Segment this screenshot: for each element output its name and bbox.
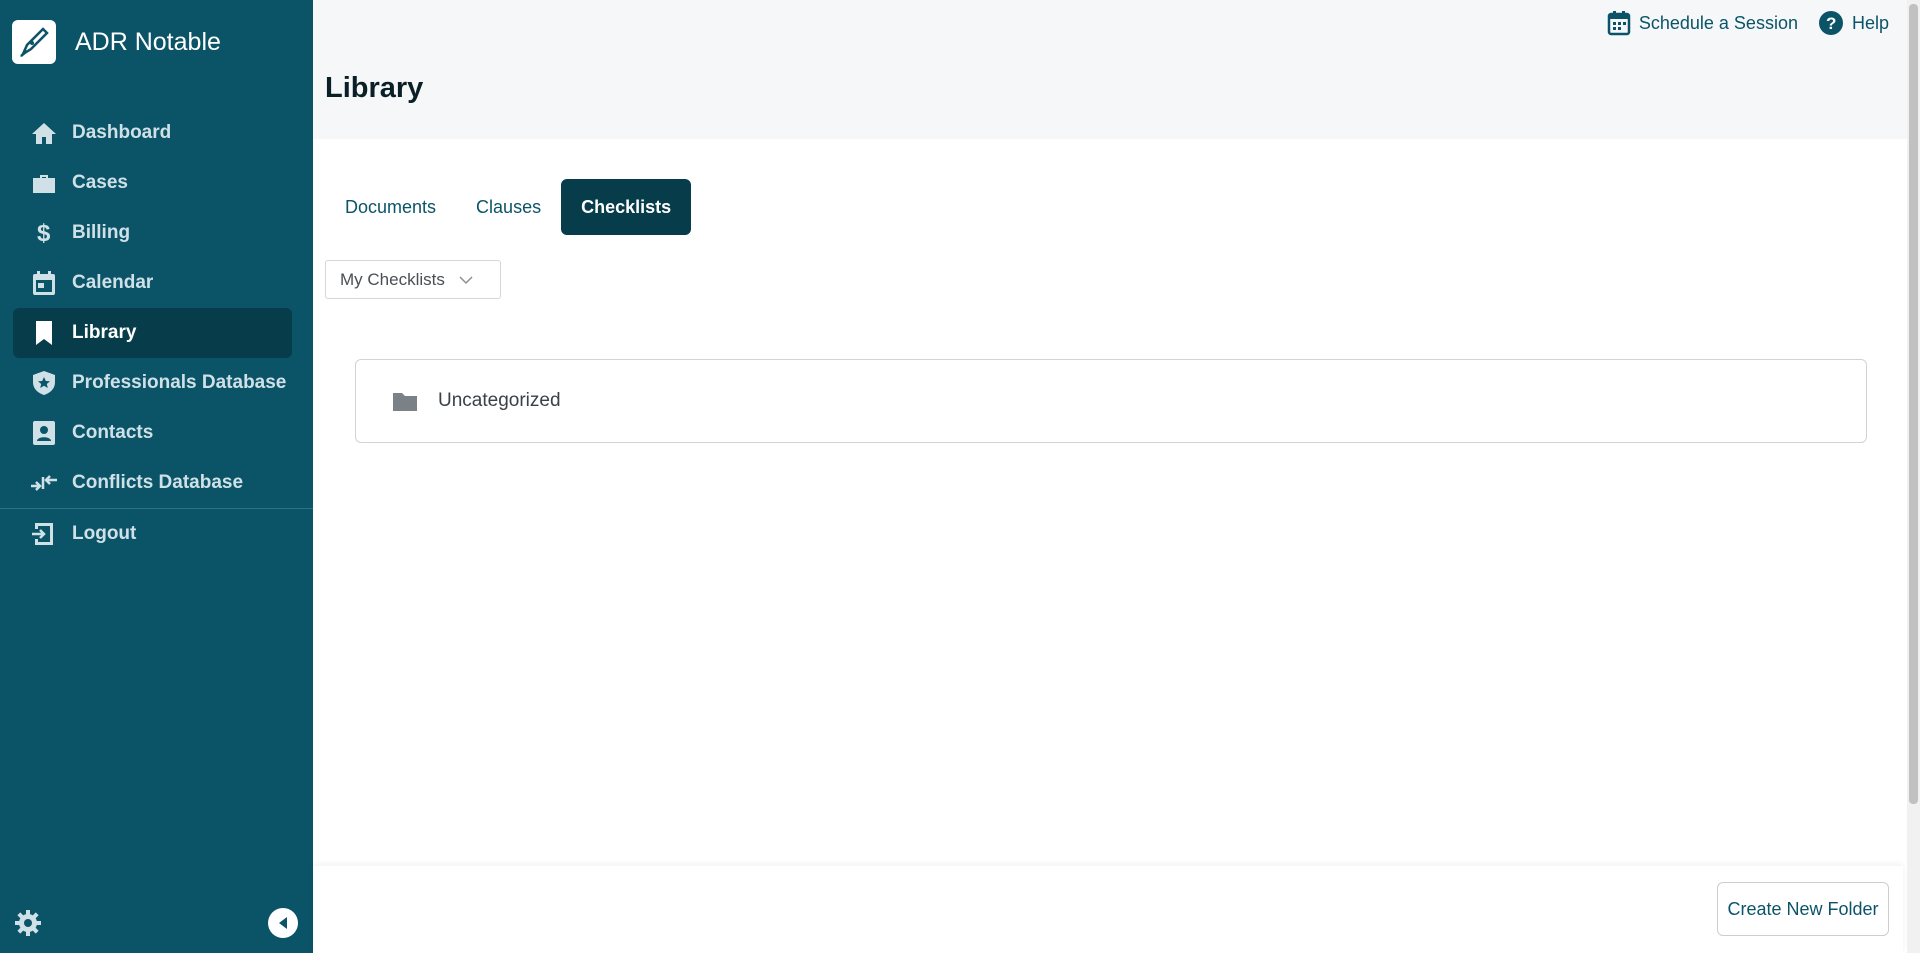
dollar-icon: $ xyxy=(30,219,58,247)
folder-item[interactable]: Uncategorized xyxy=(355,359,1867,443)
sidebar-item-label: Cases xyxy=(72,172,128,193)
sidebar-item-dashboard[interactable]: Dashboard xyxy=(13,108,292,158)
help-icon: ? xyxy=(1818,10,1844,36)
folder-icon xyxy=(392,390,418,412)
contact-card-icon xyxy=(30,419,58,447)
shield-star-icon xyxy=(30,369,58,397)
folder-name: Uncategorized xyxy=(438,390,561,411)
brand[interactable]: ADR Notable xyxy=(12,18,221,66)
scrollbar[interactable] xyxy=(1907,0,1920,953)
bookmark-icon xyxy=(30,319,58,347)
sidebar-item-logout[interactable]: Logout xyxy=(13,509,292,559)
sidebar-item-label: Billing xyxy=(72,222,131,243)
sidebar-item-label: Library xyxy=(72,322,137,343)
sidebar-item-label: Dashboard xyxy=(72,122,172,143)
library-tabs: Documents Clauses Checklists xyxy=(325,179,692,235)
help-label: Help xyxy=(1851,12,1889,33)
briefcase-icon xyxy=(30,169,58,197)
tab-clauses[interactable]: Clauses xyxy=(456,179,561,235)
sidebar-item-label: Contacts xyxy=(72,422,154,443)
sidebar-item-calendar[interactable]: Calendar xyxy=(13,258,292,308)
top-links: Schedule a Session ? Help xyxy=(1607,10,1889,36)
help-link[interactable]: ? Help xyxy=(1818,10,1889,36)
schedule-session-label: Schedule a Session xyxy=(1638,12,1798,33)
schedule-session-link[interactable]: Schedule a Session xyxy=(1607,10,1798,36)
checklist-filter-select[interactable]: My Checklists xyxy=(325,260,501,299)
sidebar: ADR Notable Dashboard Cases $ Billing Ca… xyxy=(0,0,313,953)
sidebar-item-label: Conflicts Database xyxy=(72,472,244,493)
sidebar-item-professionals-database[interactable]: Professionals Database xyxy=(13,358,292,408)
page-header: Library Schedule a Session ? Help xyxy=(313,0,1907,139)
calendar-icon xyxy=(1607,10,1631,36)
page-title: Library xyxy=(325,72,424,104)
sidebar-item-conflicts-database[interactable]: Conflicts Database xyxy=(13,458,292,508)
svg-text:?: ? xyxy=(1826,14,1836,33)
sidebar-item-billing[interactable]: $ Billing xyxy=(13,208,292,258)
chevron-down-icon xyxy=(459,275,473,285)
home-icon xyxy=(30,119,58,147)
app-name: ADR Notable xyxy=(75,27,221,56)
quill-pen-icon xyxy=(12,20,56,64)
gear-icon[interactable] xyxy=(14,909,42,937)
checklist-filter-value: My Checklists xyxy=(340,269,445,289)
calendar-icon xyxy=(30,269,58,297)
logout-icon xyxy=(30,520,58,548)
sidebar-item-library[interactable]: Library xyxy=(13,308,292,358)
footer-bar: Create New Folder xyxy=(313,866,1903,953)
sidebar-item-label: Professionals Database xyxy=(72,372,287,393)
sidebar-item-cases[interactable]: Cases xyxy=(13,158,292,208)
svg-text:$: $ xyxy=(37,220,51,246)
sidebar-item-label: Logout xyxy=(72,523,137,544)
sidebar-item-label: Calendar xyxy=(72,272,154,293)
scrollbar-thumb[interactable] xyxy=(1909,4,1918,804)
create-new-folder-button[interactable]: Create New Folder xyxy=(1717,882,1889,936)
sidebar-nav: Dashboard Cases $ Billing Calendar Libra… xyxy=(0,108,313,559)
tab-checklists[interactable]: Checklists xyxy=(561,179,692,235)
tab-documents[interactable]: Documents xyxy=(325,179,456,235)
arrows-converge-icon xyxy=(30,469,58,497)
collapse-left-icon[interactable] xyxy=(268,908,298,938)
sidebar-item-contacts[interactable]: Contacts xyxy=(13,408,292,458)
